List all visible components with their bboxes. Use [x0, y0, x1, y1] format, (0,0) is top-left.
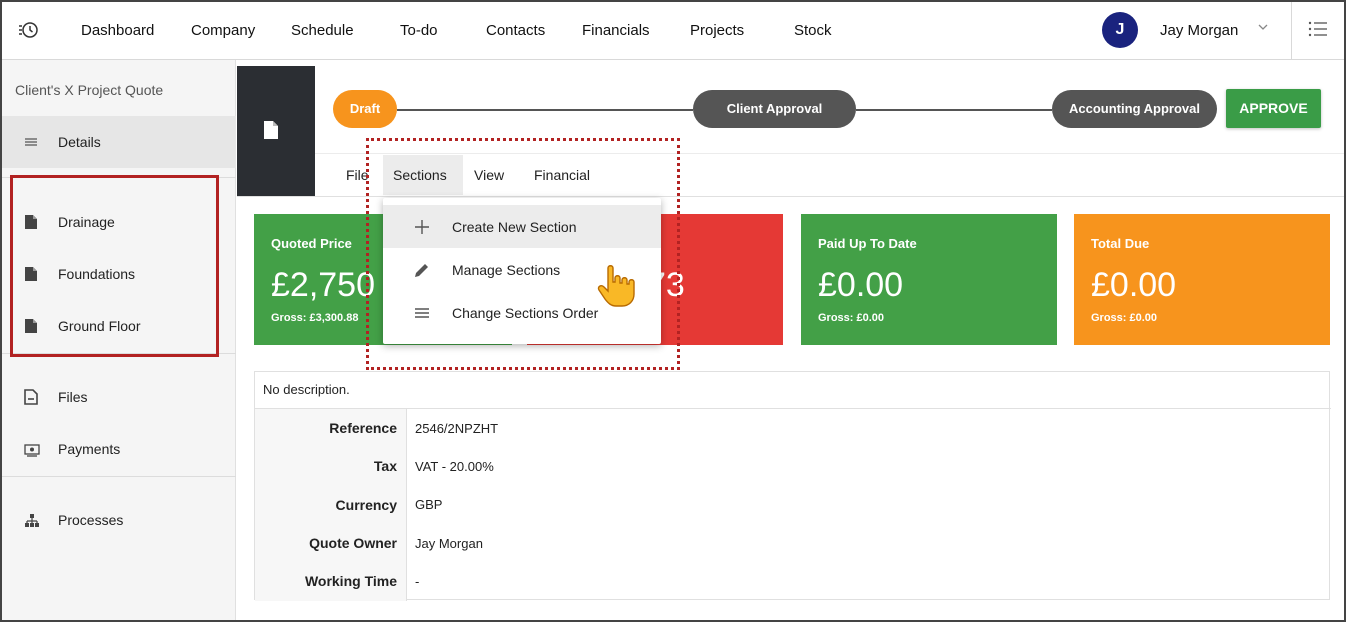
document-panel	[237, 66, 315, 196]
divider	[255, 408, 1331, 409]
list-menu-icon[interactable]	[1307, 18, 1329, 40]
description-text: No description.	[263, 382, 350, 397]
card-total-due: Total Due £0.00 Gross: £0.00	[1074, 214, 1330, 345]
detail-value-working-time: -	[415, 574, 420, 589]
detail-value-quote-owner: Jay Morgan	[415, 536, 483, 551]
hand-pointer-icon	[597, 265, 635, 307]
nav-financials[interactable]: Financials	[582, 22, 650, 39]
divider	[2, 476, 236, 477]
card-value: £0.00	[818, 266, 904, 304]
sidebar-item-label: Payments	[58, 441, 121, 457]
card-title: Quoted Price	[271, 236, 352, 251]
stage-accounting-approval: Accounting Approval	[1052, 90, 1217, 128]
progress-line	[856, 109, 1052, 111]
sidebar-item-payments[interactable]: Payments	[2, 423, 236, 475]
sidebar-item-files[interactable]: Files	[2, 371, 236, 423]
nav-schedule[interactable]: Schedule	[291, 22, 354, 39]
sidebar: Client's X Project Quote Details Drainag…	[2, 60, 236, 620]
nav-contacts[interactable]: Contacts	[486, 22, 545, 39]
card-gross: Gross: £0.00	[818, 312, 885, 324]
detail-label-tax: Tax	[373, 458, 397, 474]
sidebar-item-label: Processes	[58, 512, 124, 528]
detail-value-tax: VAT - 20.00%	[415, 459, 494, 474]
card-title: Paid Up To Date	[818, 236, 917, 251]
sections-menu-highlight-box	[366, 138, 680, 370]
nav-projects[interactable]: Projects	[690, 22, 744, 39]
card-paid-up-to-date: Paid Up To Date £0.00 Gross: £0.00	[801, 214, 1057, 345]
document-icon	[264, 121, 278, 139]
detail-label-quote-owner: Quote Owner	[309, 535, 397, 551]
sidebar-item-label: Details	[58, 134, 101, 150]
avatar[interactable]: J	[1102, 12, 1138, 48]
user-name[interactable]: Jay Morgan	[1160, 22, 1238, 39]
chevron-down-icon[interactable]	[1256, 20, 1270, 34]
card-value: £0.00	[1091, 266, 1177, 304]
progress-line	[397, 109, 693, 111]
sidebar-item-processes[interactable]: Processes	[2, 494, 236, 546]
nav-company[interactable]: Company	[191, 22, 255, 39]
detail-label-working-time: Working Time	[304, 573, 397, 589]
card-gross: Gross: £0.00	[1091, 312, 1158, 324]
approve-button[interactable]: APPROVE	[1226, 89, 1321, 128]
payments-icon	[24, 444, 40, 457]
stage-client-approval: Client Approval	[693, 90, 856, 128]
stage-draft: Draft	[333, 90, 397, 128]
top-navigation-bar: Dashboard Company Schedule To-do Contact…	[2, 2, 1344, 60]
history-icon[interactable]	[18, 20, 38, 40]
nav-stock[interactable]: Stock	[794, 22, 832, 39]
sidebar-item-label: Files	[58, 389, 88, 405]
quote-details: No description. Reference 2546/2NPZHT Ta…	[254, 371, 1331, 601]
nav-todo[interactable]: To-do	[400, 22, 438, 39]
card-gross: Gross: £3,300.88	[271, 312, 359, 324]
detail-value-reference: 2546/2NPZHT	[415, 421, 499, 436]
file-icon	[24, 389, 38, 405]
sections-highlight-box	[10, 175, 219, 357]
project-title: Client's X Project Quote	[15, 82, 164, 98]
detail-label-currency: Currency	[335, 497, 397, 513]
lines-icon	[25, 138, 37, 146]
sidebar-item-details[interactable]: Details	[2, 116, 236, 168]
topbar-divider	[1291, 2, 1292, 59]
detail-label-reference: Reference	[329, 420, 397, 436]
org-chart-icon	[25, 514, 39, 527]
card-value: £2,750	[271, 266, 375, 304]
card-title: Total Due	[1091, 236, 1150, 251]
nav-dashboard[interactable]: Dashboard	[81, 22, 154, 39]
detail-value-currency: GBP	[415, 497, 443, 512]
